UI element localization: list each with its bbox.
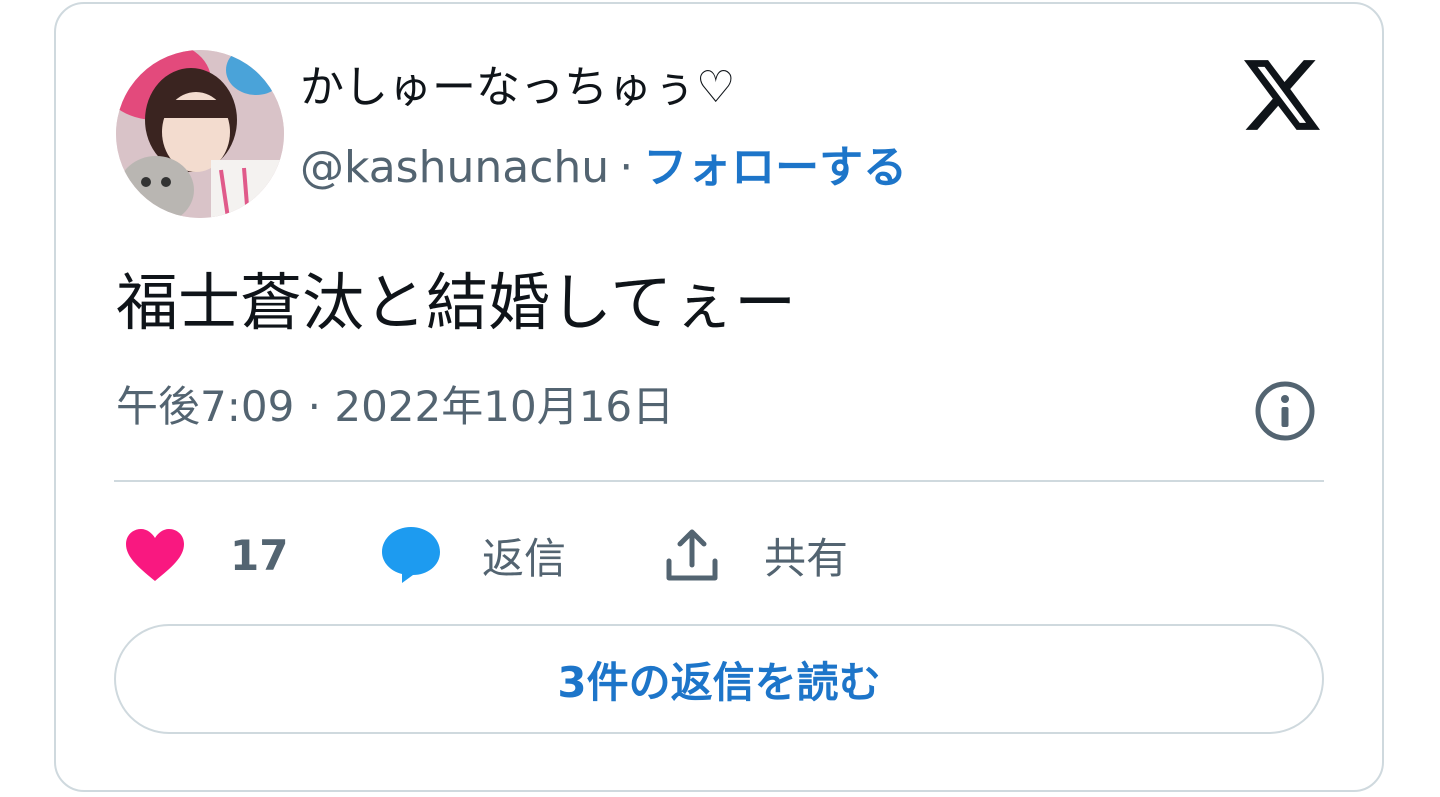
reply-button[interactable]: 返信 xyxy=(380,522,566,588)
tweet-embed-card: かしゅーなっちゅぅ♡ @kashunachu · フォローする 福士蒼汰と結婚してぇ… xyxy=(54,2,1384,792)
share-upload-icon xyxy=(666,529,718,581)
x-logo-icon[interactable] xyxy=(1244,60,1320,130)
like-count: 17 xyxy=(230,530,289,580)
reply-label: 返信 xyxy=(482,533,567,583)
divider xyxy=(114,480,1324,482)
author-meta-row: @kashunachu · フォローする xyxy=(300,142,907,193)
tweet-timestamp[interactable]: 午後7:09 · 2022年10月16日 xyxy=(116,383,674,430)
author-handle[interactable]: @kashunachu xyxy=(300,142,609,193)
separator-dot: · xyxy=(619,142,634,193)
speech-bubble-icon xyxy=(382,527,440,583)
avatar[interactable] xyxy=(116,50,284,218)
info-icon[interactable] xyxy=(1254,380,1316,442)
like-button[interactable]: 17 xyxy=(124,522,288,588)
read-replies-button[interactable]: 3件の返信を読む xyxy=(114,624,1324,734)
avatar-image xyxy=(116,50,284,218)
share-button[interactable]: 共有 xyxy=(664,522,848,588)
author-display-name[interactable]: かしゅーなっちゅぅ♡ xyxy=(300,63,735,112)
follow-button[interactable]: フォローする xyxy=(643,142,907,193)
tweet-text: 福士蒼汰と結婚してぇー xyxy=(116,266,797,339)
share-label: 共有 xyxy=(764,533,849,583)
heart-icon xyxy=(126,529,184,581)
